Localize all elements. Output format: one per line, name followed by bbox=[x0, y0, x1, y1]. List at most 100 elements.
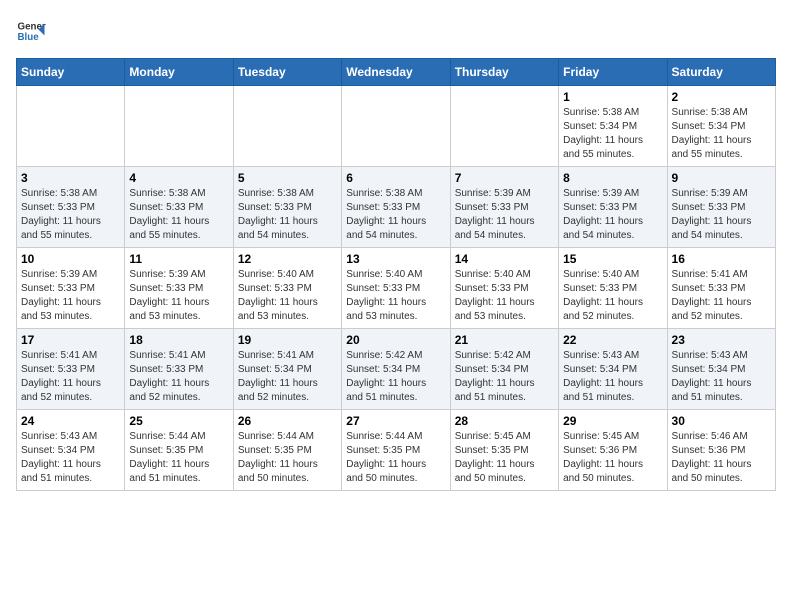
day-number: 18 bbox=[129, 333, 228, 347]
day-number: 12 bbox=[238, 252, 337, 266]
day-number: 14 bbox=[455, 252, 554, 266]
day-number: 7 bbox=[455, 171, 554, 185]
calendar-cell: 17 Sunrise: 5:41 AM Sunset: 5:33 PM Dayli… bbox=[17, 329, 125, 410]
weekday-header-sunday: Sunday bbox=[17, 59, 125, 86]
calendar-cell: 21Sunrise: 5:42 AM Sunset: 5:34 PM Dayli… bbox=[450, 329, 558, 410]
weekday-header-thursday: Thursday bbox=[450, 59, 558, 86]
calendar-cell: 12 Sunrise: 5:40 AM Sunset: 5:33 PM Dayli… bbox=[233, 248, 341, 329]
calendar-cell bbox=[17, 86, 125, 167]
logo: General Blue bbox=[16, 16, 46, 46]
calendar-cell: 5 Sunrise: 5:38 AM Sunset: 5:33 PM Daylig… bbox=[233, 167, 341, 248]
calendar-cell: 9 Sunrise: 5:39 AM Sunset: 5:33 PM Daylig… bbox=[667, 167, 775, 248]
day-info: Sunrise: 5:39 AM Sunset: 5:33 PM Dayligh… bbox=[455, 187, 554, 243]
calendar-cell: 10Sunrise: 5:39 AM Sunset: 5:33 PM Dayli… bbox=[17, 248, 125, 329]
day-info: Sunrise: 5:40 AM Sunset: 5:33 PM Dayligh… bbox=[455, 268, 554, 324]
calendar-cell: 19 Sunrise: 5:41 AM Sunset: 5:34 PM Dayli… bbox=[233, 329, 341, 410]
calendar-cell: 2 Sunrise: 5:38 AM Sunset: 5:34 PM Daylig… bbox=[667, 86, 775, 167]
weekday-header-saturday: Saturday bbox=[667, 59, 775, 86]
day-number: 4 bbox=[129, 171, 228, 185]
calendar-cell: 27Sunrise: 5:44 AM Sunset: 5:35 PM Dayli… bbox=[342, 410, 450, 491]
day-number: 1 bbox=[563, 90, 662, 104]
day-info: Sunrise: 5:39 AM Sunset: 5:33 PM Dayligh… bbox=[563, 187, 662, 243]
calendar-cell: 8Sunrise: 5:39 AM Sunset: 5:33 PM Daylig… bbox=[559, 167, 667, 248]
day-info: Sunrise: 5:41 AM Sunset: 5:33 PM Dayligh… bbox=[129, 349, 228, 405]
calendar-cell: 14 Sunrise: 5:40 AM Sunset: 5:33 PM Dayli… bbox=[450, 248, 558, 329]
weekday-header-monday: Monday bbox=[125, 59, 233, 86]
day-info: Sunrise: 5:41 AM Sunset: 5:33 PM Dayligh… bbox=[21, 349, 120, 405]
day-info: Sunrise: 5:38 AM Sunset: 5:34 PM Dayligh… bbox=[563, 106, 662, 162]
day-info: Sunrise: 5:44 AM Sunset: 5:35 PM Dayligh… bbox=[129, 430, 228, 486]
calendar-cell: 1 Sunrise: 5:38 AM Sunset: 5:34 PM Daylig… bbox=[559, 86, 667, 167]
calendar-cell: 29Sunrise: 5:45 AM Sunset: 5:36 PM Dayli… bbox=[559, 410, 667, 491]
calendar-cell: 4 Sunrise: 5:38 AM Sunset: 5:33 PM Daylig… bbox=[125, 167, 233, 248]
svg-text:Blue: Blue bbox=[18, 32, 40, 43]
day-info: Sunrise: 5:46 AM Sunset: 5:36 PM Dayligh… bbox=[672, 430, 771, 486]
weekday-header-row: SundayMondayTuesdayWednesdayThursdayFrid… bbox=[17, 59, 776, 86]
day-info: Sunrise: 5:43 AM Sunset: 5:34 PM Dayligh… bbox=[563, 349, 662, 405]
calendar-cell: 25 Sunrise: 5:44 AM Sunset: 5:35 PM Dayli… bbox=[125, 410, 233, 491]
day-info: Sunrise: 5:38 AM Sunset: 5:33 PM Dayligh… bbox=[346, 187, 445, 243]
calendar-cell bbox=[450, 86, 558, 167]
day-number: 13 bbox=[346, 252, 445, 266]
day-info: Sunrise: 5:43 AM Sunset: 5:34 PM Dayligh… bbox=[21, 430, 120, 486]
day-number: 24 bbox=[21, 414, 120, 428]
day-info: Sunrise: 5:43 AM Sunset: 5:34 PM Dayligh… bbox=[672, 349, 771, 405]
day-number: 30 bbox=[672, 414, 771, 428]
calendar-cell: 22 Sunrise: 5:43 AM Sunset: 5:34 PM Dayli… bbox=[559, 329, 667, 410]
day-info: Sunrise: 5:38 AM Sunset: 5:33 PM Dayligh… bbox=[129, 187, 228, 243]
day-info: Sunrise: 5:45 AM Sunset: 5:36 PM Dayligh… bbox=[563, 430, 662, 486]
day-number: 25 bbox=[129, 414, 228, 428]
day-info: Sunrise: 5:39 AM Sunset: 5:33 PM Dayligh… bbox=[672, 187, 771, 243]
day-number: 20 bbox=[346, 333, 445, 347]
day-number: 5 bbox=[238, 171, 337, 185]
day-number: 19 bbox=[238, 333, 337, 347]
day-number: 11 bbox=[129, 252, 228, 266]
day-info: Sunrise: 5:41 AM Sunset: 5:33 PM Dayligh… bbox=[672, 268, 771, 324]
calendar-cell: 28Sunrise: 5:45 AM Sunset: 5:35 PM Dayli… bbox=[450, 410, 558, 491]
day-number: 9 bbox=[672, 171, 771, 185]
calendar-cell: 24 Sunrise: 5:43 AM Sunset: 5:34 PM Dayli… bbox=[17, 410, 125, 491]
calendar-cell: 15 Sunrise: 5:40 AM Sunset: 5:33 PM Dayli… bbox=[559, 248, 667, 329]
day-number: 6 bbox=[346, 171, 445, 185]
day-info: Sunrise: 5:39 AM Sunset: 5:33 PM Dayligh… bbox=[129, 268, 228, 324]
calendar-cell: 20 Sunrise: 5:42 AM Sunset: 5:34 PM Dayli… bbox=[342, 329, 450, 410]
day-number: 15 bbox=[563, 252, 662, 266]
calendar-cell bbox=[233, 86, 341, 167]
week-row-5: 24 Sunrise: 5:43 AM Sunset: 5:34 PM Dayli… bbox=[17, 410, 776, 491]
calendar-cell bbox=[342, 86, 450, 167]
week-row-2: 3 Sunrise: 5:38 AM Sunset: 5:33 PM Daylig… bbox=[17, 167, 776, 248]
day-info: Sunrise: 5:38 AM Sunset: 5:34 PM Dayligh… bbox=[672, 106, 771, 162]
calendar-cell bbox=[125, 86, 233, 167]
weekday-header-wednesday: Wednesday bbox=[342, 59, 450, 86]
day-info: Sunrise: 5:42 AM Sunset: 5:34 PM Dayligh… bbox=[346, 349, 445, 405]
day-number: 26 bbox=[238, 414, 337, 428]
weekday-header-friday: Friday bbox=[559, 59, 667, 86]
day-info: Sunrise: 5:41 AM Sunset: 5:34 PM Dayligh… bbox=[238, 349, 337, 405]
day-info: Sunrise: 5:40 AM Sunset: 5:33 PM Dayligh… bbox=[563, 268, 662, 324]
day-number: 23 bbox=[672, 333, 771, 347]
calendar-cell: 23 Sunrise: 5:43 AM Sunset: 5:34 PM Dayli… bbox=[667, 329, 775, 410]
day-number: 16 bbox=[672, 252, 771, 266]
day-number: 3 bbox=[21, 171, 120, 185]
calendar-cell: 18 Sunrise: 5:41 AM Sunset: 5:33 PM Dayli… bbox=[125, 329, 233, 410]
calendar-cell: 11 Sunrise: 5:39 AM Sunset: 5:33 PM Dayli… bbox=[125, 248, 233, 329]
day-info: Sunrise: 5:38 AM Sunset: 5:33 PM Dayligh… bbox=[21, 187, 120, 243]
calendar-cell: 26 Sunrise: 5:44 AM Sunset: 5:35 PM Dayli… bbox=[233, 410, 341, 491]
day-info: Sunrise: 5:44 AM Sunset: 5:35 PM Dayligh… bbox=[346, 430, 445, 486]
day-number: 22 bbox=[563, 333, 662, 347]
calendar-cell: 7 Sunrise: 5:39 AM Sunset: 5:33 PM Daylig… bbox=[450, 167, 558, 248]
day-number: 17 bbox=[21, 333, 120, 347]
day-info: Sunrise: 5:38 AM Sunset: 5:33 PM Dayligh… bbox=[238, 187, 337, 243]
day-info: Sunrise: 5:40 AM Sunset: 5:33 PM Dayligh… bbox=[238, 268, 337, 324]
day-info: Sunrise: 5:44 AM Sunset: 5:35 PM Dayligh… bbox=[238, 430, 337, 486]
calendar-cell: 30 Sunrise: 5:46 AM Sunset: 5:36 PM Dayli… bbox=[667, 410, 775, 491]
day-number: 2 bbox=[672, 90, 771, 104]
calendar-cell: 13Sunrise: 5:40 AM Sunset: 5:33 PM Dayli… bbox=[342, 248, 450, 329]
week-row-4: 17 Sunrise: 5:41 AM Sunset: 5:33 PM Dayli… bbox=[17, 329, 776, 410]
weekday-header-tuesday: Tuesday bbox=[233, 59, 341, 86]
day-number: 21 bbox=[455, 333, 554, 347]
day-number: 28 bbox=[455, 414, 554, 428]
week-row-1: 1 Sunrise: 5:38 AM Sunset: 5:34 PM Daylig… bbox=[17, 86, 776, 167]
week-row-3: 10Sunrise: 5:39 AM Sunset: 5:33 PM Dayli… bbox=[17, 248, 776, 329]
page-header: General Blue bbox=[16, 16, 776, 46]
